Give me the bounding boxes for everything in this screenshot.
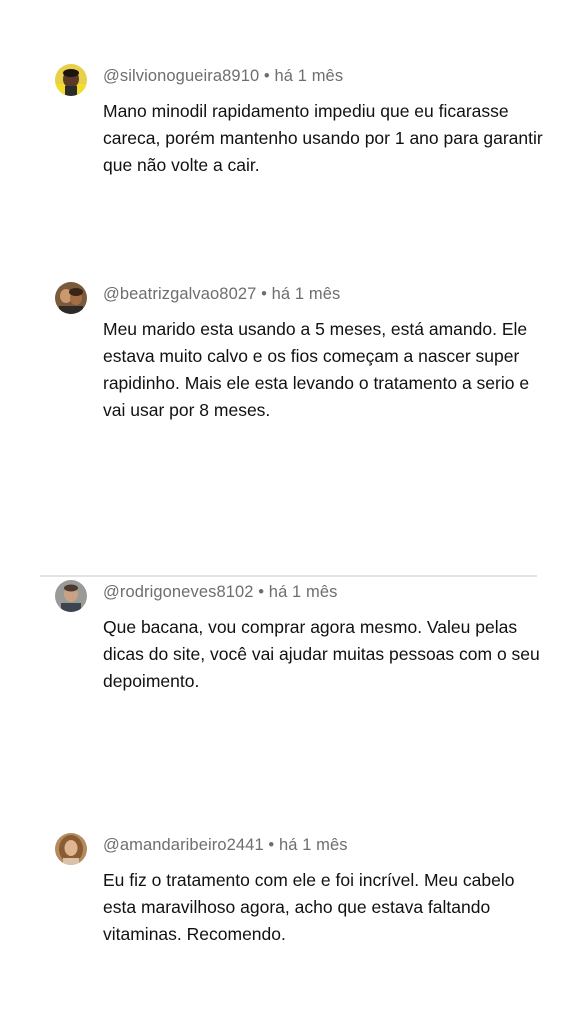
- comment-author[interactable]: @amandaribeiro2441: [103, 836, 264, 854]
- divider: [40, 575, 537, 577]
- comment-time[interactable]: há 1 mês: [269, 583, 338, 601]
- comment-time[interactable]: há 1 mês: [279, 836, 348, 854]
- comment-meta: @amandaribeiro2441 • há 1 mês: [103, 836, 348, 855]
- comment-time[interactable]: há 1 mês: [272, 285, 341, 303]
- comment-text: Meu marido esta usando a 5 meses, está a…: [103, 319, 530, 420]
- comment-text: Mano minodil rapidamento impediu que eu …: [103, 101, 543, 175]
- meta-separator: •: [253, 583, 269, 601]
- avatar[interactable]: [55, 282, 87, 314]
- comment-text: Que bacana, vou comprar agora mesmo. Val…: [103, 617, 540, 691]
- avatar[interactable]: [55, 64, 87, 96]
- avatar[interactable]: [55, 833, 87, 865]
- comment-time[interactable]: há 1 mês: [275, 67, 344, 85]
- comment-meta: @rodrigoneves8102 • há 1 mês: [103, 583, 337, 602]
- avatar[interactable]: [55, 580, 87, 612]
- comment-text: Eu fiz o tratamento com ele e foi incrív…: [103, 870, 515, 944]
- comment-meta: @beatrizgalvao8027 • há 1 mês: [103, 285, 340, 304]
- comment-author[interactable]: @silvionogueira8910: [103, 67, 259, 85]
- comment-meta: @silvionogueira8910 • há 1 mês: [103, 67, 343, 86]
- meta-separator: •: [259, 67, 275, 85]
- comment-author[interactable]: @rodrigoneves8102: [103, 583, 254, 601]
- comment-author[interactable]: @beatrizgalvao8027: [103, 285, 256, 303]
- meta-separator: •: [263, 836, 279, 854]
- meta-separator: •: [256, 285, 272, 303]
